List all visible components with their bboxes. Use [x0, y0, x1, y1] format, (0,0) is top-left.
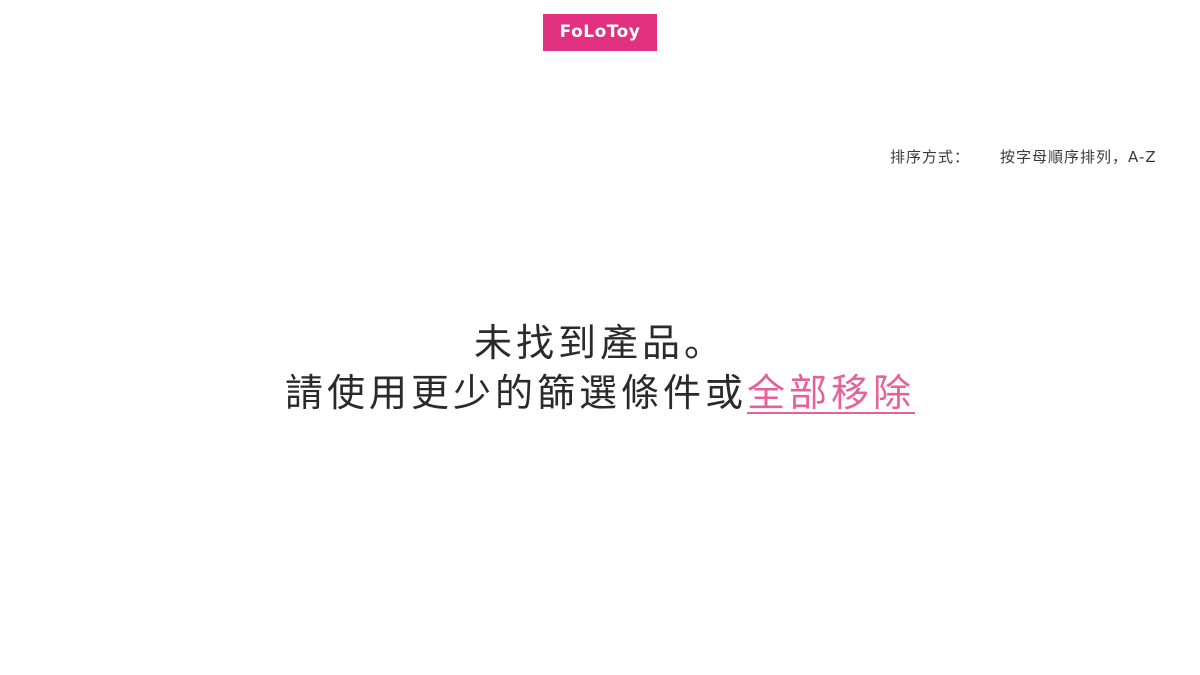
brand-logo[interactable]: FoLoToy [543, 14, 657, 51]
empty-state: 未找到產品。 請使用更少的篩選條件或全部移除 [0, 318, 1200, 418]
sort-label: 排序方式： [890, 147, 971, 166]
brand-logo-text: FoLoToy [559, 22, 641, 42]
sort-bar: 排序方式： 按字母順序排列，A-Z [890, 145, 1200, 167]
empty-state-message: 請使用更少的篩選條件或 [284, 371, 747, 415]
empty-state-message-line: 請使用更少的篩選條件或全部移除 [0, 368, 1200, 418]
clear-filters-link[interactable]: 全部移除 [747, 371, 915, 415]
sort-select[interactable]: 按字母順序排列，A-Z [1000, 146, 1157, 167]
collection-page: FoLoToy 排序方式： 按字母順序排列，A-Z 未找到產品。 請使用更少的篩… [0, 0, 1200, 675]
empty-state-title: 未找到產品。 [473, 321, 726, 365]
